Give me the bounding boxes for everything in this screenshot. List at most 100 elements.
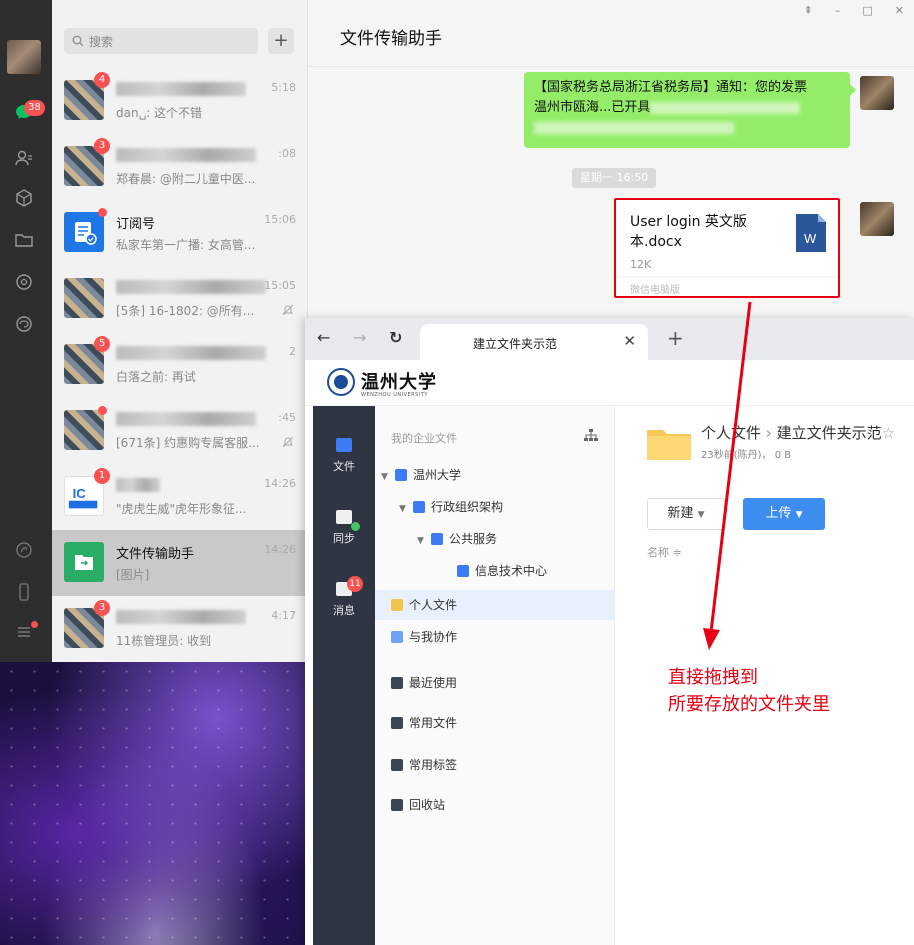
annotation-line: 直接拖拽到 <box>668 667 758 688</box>
blurred-name <box>116 610 246 624</box>
chat-preview: [671条] 约惠购专属客服... <box>116 436 260 450</box>
search-icon <box>72 35 84 47</box>
chat-item[interactable]: 3 4:17 11栋管理员: 收到 <box>52 596 308 662</box>
blurred-name <box>116 82 246 96</box>
rail-label: 消息 <box>333 604 355 617</box>
new-button-label: 新建 <box>667 506 694 521</box>
tree-item-label: 与我协作 <box>409 630 458 644</box>
org-chart-icon[interactable] <box>584 428 598 442</box>
message-text-line: 温州市瓯海...已开具 <box>534 100 651 115</box>
sender-avatar[interactable] <box>860 76 894 110</box>
tree-node-university[interactable]: ▼ 温州大学 <box>375 460 615 490</box>
blurred-name <box>116 478 160 492</box>
tree-item-label: 回收站 <box>409 798 446 812</box>
upload-button[interactable]: 上传 ▼ <box>743 498 825 530</box>
blurred-name <box>116 280 266 294</box>
new-button[interactable]: 新建 ▼ <box>647 498 725 530</box>
chat-time: 14:26 <box>264 477 296 490</box>
column-header-name[interactable]: 名称 ≑ <box>647 544 682 560</box>
chat-time: 15:06 <box>264 213 296 226</box>
files-icon <box>336 438 352 452</box>
contacts-icon[interactable] <box>12 146 36 170</box>
rail-item-files[interactable]: 文件 <box>313 438 375 474</box>
rail-item-sync[interactable]: 同步 <box>313 510 375 546</box>
unread-badge: 3 <box>94 600 110 616</box>
chat-item-file-transfer[interactable]: 文件传输助手 14:26 [图片] <box>52 530 308 596</box>
chat-item[interactable]: IC 1 14:26 "虎虎生威"虎年形象征... <box>52 464 308 530</box>
browser-window: ← → ↻ 建立文件夹示范 ✕ + 温州大学 WENZHOU UNIVERSIT… <box>305 318 914 945</box>
tree-item-personal-files[interactable]: 个人文件 <box>375 590 615 620</box>
blurred-text <box>650 101 801 114</box>
rail-label: 文件 <box>333 460 355 473</box>
svg-text:IC: IC <box>73 486 87 501</box>
tree-node-admin-org[interactable]: ▼ 行政组织架构 <box>375 492 615 522</box>
search-placeholder: 搜索 <box>89 34 114 49</box>
tree-item-shared[interactable]: 与我协作 <box>375 622 615 652</box>
breadcrumb: 个人文件 › 建立文件夹示范☆ <box>701 422 895 443</box>
chat-title: 文件传输助手 <box>340 29 442 49</box>
tree-item-trash[interactable]: 回收站 <box>375 790 615 820</box>
header-divider <box>308 66 914 67</box>
file-size: 12K <box>630 258 652 271</box>
caret-down-icon[interactable]: ▼ <box>381 462 391 492</box>
forward-icon[interactable]: → <box>353 328 366 347</box>
reload-icon[interactable]: ↻ <box>389 328 402 347</box>
chat-item[interactable]: 15:05 [5条] 16-1802: @所有... <box>52 266 308 332</box>
chat-item[interactable]: 5 2 白落之前: 再试 <box>52 332 308 398</box>
phone-icon[interactable] <box>12 580 36 604</box>
caret-down-icon[interactable]: ▼ <box>399 494 409 524</box>
tree-node-it-center[interactable]: 信息技术中心 <box>375 556 615 586</box>
tree-item-label: 个人文件 <box>409 598 458 612</box>
my-avatar[interactable] <box>7 40 41 74</box>
unread-dot <box>98 208 107 217</box>
close-tab-icon[interactable]: ✕ <box>623 332 636 350</box>
site-header: 温州大学 WENZHOU UNIVERSITY <box>305 360 914 406</box>
chat-item[interactable]: 3 :08 郑春晨: @附二儿童中医... <box>52 134 308 200</box>
tree-item-tags[interactable]: 常用标签 <box>375 750 615 780</box>
unread-dot <box>98 406 107 415</box>
chat-item[interactable]: :45 [671条] 约惠购专属客服... <box>52 398 308 464</box>
chat-time: 14:26 <box>264 543 296 556</box>
rail-label: 同步 <box>333 532 355 545</box>
add-button[interactable]: + <box>268 28 294 54</box>
shared-icon <box>391 631 403 643</box>
star-icon <box>391 717 403 729</box>
file-message-card[interactable]: User login 英文版本.docx 12K W 微信电脑版 <box>614 198 840 298</box>
chat-item[interactable]: 4 5:18 dan␣: 这个不错 <box>52 68 308 134</box>
breadcrumb-root[interactable]: 个人文件 <box>701 424 761 442</box>
message-bubble[interactable]: 【国家税务总局浙江省税务局】通知：您的发票 温州市瓯海...已开具 <box>524 72 856 148</box>
caret-down-icon[interactable]: ▼ <box>417 526 427 556</box>
chat-preview: [图片] <box>116 568 150 582</box>
search-input[interactable]: 搜索 <box>64 28 258 54</box>
rail-item-messages[interactable]: 11 消息 <box>313 576 375 618</box>
unread-badge: 38 <box>24 100 45 116</box>
tree-node-public-service[interactable]: ▼ 公共服务 <box>375 524 615 554</box>
personal-folder-icon <box>391 599 403 611</box>
moments-icon[interactable] <box>12 270 36 294</box>
favorites-icon[interactable] <box>12 186 36 210</box>
close-button[interactable]: ✕ <box>895 4 904 17</box>
minimize-button[interactable]: – <box>835 4 841 17</box>
chat-item[interactable]: 订阅号 15:06 私家车第一广播: 女高管... <box>52 200 308 266</box>
maximize-button[interactable]: □ <box>862 4 872 17</box>
new-tab-button[interactable]: + <box>667 326 684 350</box>
org-icon <box>431 533 443 545</box>
chat-time: 15:05 <box>264 279 296 292</box>
chat-time: 5:18 <box>271 81 296 94</box>
mini-program-icon[interactable] <box>12 312 36 336</box>
tree-item-favorites[interactable]: 常用文件 <box>375 708 615 738</box>
menu-notification-dot <box>31 621 38 628</box>
caret-down-icon: ▼ <box>697 510 705 520</box>
tree-item-recent[interactable]: 最近使用 <box>375 668 615 698</box>
pin-button[interactable]: ⇞ <box>804 4 813 17</box>
star-icon[interactable]: ☆ <box>882 424 895 442</box>
tree-node-label: 行政组织架构 <box>431 500 504 514</box>
tag-icon <box>391 759 403 771</box>
mini-programs-link-icon[interactable] <box>12 538 36 562</box>
back-icon[interactable]: ← <box>317 328 330 347</box>
folder-icon[interactable] <box>12 228 36 252</box>
browser-tab[interactable]: 建立文件夹示范 ✕ <box>420 324 648 360</box>
unread-badge: 3 <box>94 138 110 154</box>
university-name: 温州大学 <box>361 372 437 393</box>
sender-avatar[interactable] <box>860 202 894 236</box>
